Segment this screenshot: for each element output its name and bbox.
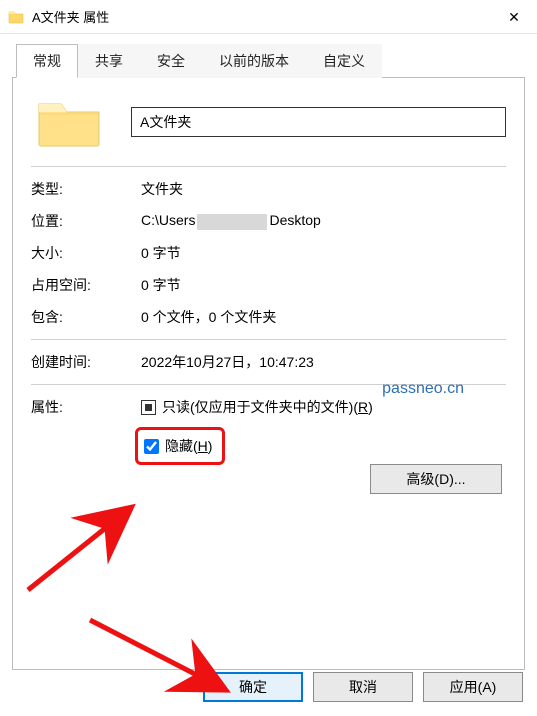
redacted-segment	[197, 214, 267, 230]
advanced-button[interactable]: 高级(D)...	[370, 464, 502, 494]
value-contains: 0 个文件，0 个文件夹	[141, 307, 276, 327]
value-created: 2022年10月27日，10:47:23	[141, 352, 314, 372]
dialog-body: 常规 共享 安全 以前的版本 自定义 类型: 文件夹 位置: C:\User	[0, 34, 537, 670]
tab-previous-versions[interactable]: 以前的版本	[202, 44, 306, 78]
folder-name-input[interactable]	[131, 107, 506, 137]
separator	[31, 339, 506, 340]
label-type: 类型:	[31, 179, 141, 199]
folder-icon	[8, 9, 24, 25]
window-title: A文件夹 属性	[32, 7, 109, 26]
close-button[interactable]: ✕	[491, 0, 537, 34]
value-size-on-disk: 0 字节	[141, 275, 181, 295]
titlebar: A文件夹 属性 ✕	[0, 0, 537, 34]
dialog-buttons: 确定 取消 应用(A)	[203, 672, 523, 702]
value-location: C:\Users Desktop	[141, 212, 321, 229]
cancel-button[interactable]: 取消	[313, 672, 413, 702]
tab-general[interactable]: 常规	[16, 44, 78, 78]
annotation-highlight-hidden: 隐藏(H)	[135, 427, 225, 465]
checkbox-hidden[interactable]: 隐藏(H)	[144, 436, 212, 456]
label-size: 大小:	[31, 243, 141, 263]
tab-customize[interactable]: 自定义	[306, 44, 382, 78]
tab-prev-label: 以前的版本	[219, 53, 289, 69]
value-type: 文件夹	[141, 179, 183, 199]
row-created: 创建时间: 2022年10月27日，10:47:23	[31, 352, 506, 372]
label-size-on-disk: 占用空间:	[31, 275, 141, 295]
tab-share[interactable]: 共享	[78, 44, 140, 78]
tab-security[interactable]: 安全	[140, 44, 202, 78]
close-icon: ✕	[508, 9, 520, 26]
label-location: 位置:	[31, 211, 141, 231]
checkbox-readonly-label: 只读(仅应用于文件夹中的文件)(R)	[162, 397, 373, 417]
tab-custom-label: 自定义	[323, 53, 365, 69]
row-contains: 包含: 0 个文件，0 个文件夹	[31, 307, 506, 327]
separator	[31, 166, 506, 167]
folder-large-icon	[37, 96, 101, 148]
tab-strip: 常规 共享 安全 以前的版本 自定义	[12, 44, 525, 78]
apply-button[interactable]: 应用(A)	[423, 672, 523, 702]
readonly-indeterminate-icon	[145, 404, 152, 411]
label-contains: 包含:	[31, 307, 141, 327]
tab-general-label: 常规	[33, 53, 61, 69]
ok-label: 确定	[239, 679, 267, 695]
checkbox-readonly[interactable]: 只读(仅应用于文件夹中的文件)(R)	[141, 397, 506, 417]
row-type: 类型: 文件夹	[31, 179, 506, 199]
value-size: 0 字节	[141, 243, 181, 263]
tab-panel-general: 类型: 文件夹 位置: C:\Users Desktop 大小: 0 字节 占用空…	[12, 78, 525, 670]
row-attributes: 属性: 只读(仅应用于文件夹中的文件)(R) 隐藏(	[31, 397, 506, 465]
row-location: 位置: C:\Users Desktop	[31, 211, 506, 231]
label-created: 创建时间:	[31, 352, 141, 372]
value-location-suffix: Desktop	[269, 212, 320, 228]
cancel-label: 取消	[349, 679, 377, 695]
ok-button[interactable]: 确定	[203, 672, 303, 702]
watermark-text: passneo.cn	[382, 380, 464, 398]
checkbox-hidden-label: 隐藏(H)	[165, 436, 212, 456]
label-attributes: 属性:	[31, 397, 141, 465]
checkbox-hidden-input[interactable]	[144, 439, 159, 454]
value-location-prefix: C:\Users	[141, 212, 195, 228]
tab-security-label: 安全	[157, 53, 185, 69]
tab-share-label: 共享	[95, 53, 123, 69]
row-size-on-disk: 占用空间: 0 字节	[31, 275, 506, 295]
row-size: 大小: 0 字节	[31, 243, 506, 263]
